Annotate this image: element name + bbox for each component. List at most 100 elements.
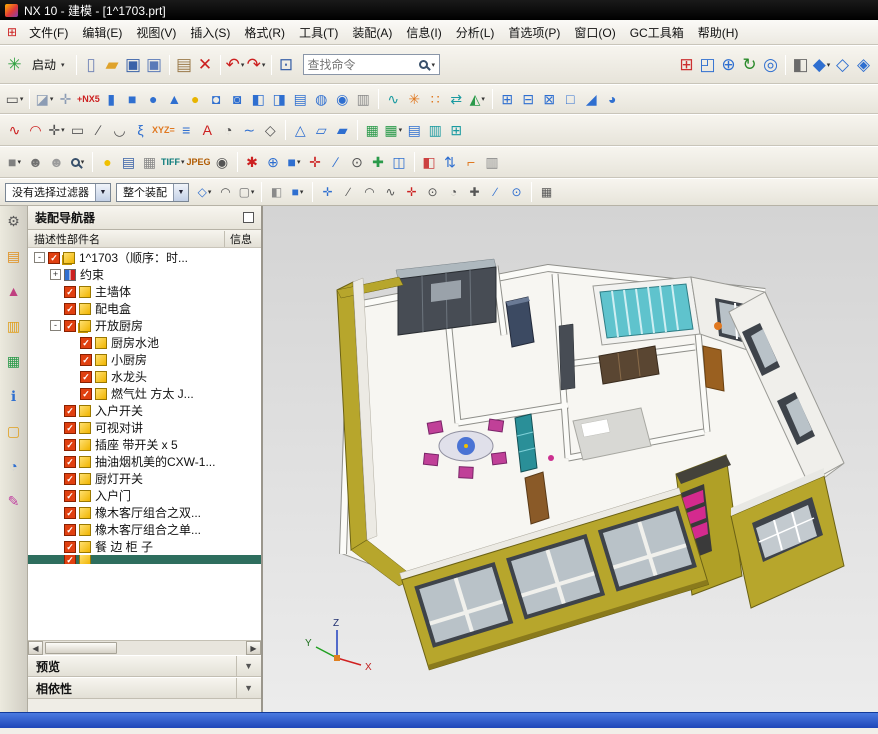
tree-checkbox[interactable]: ✓ (64, 286, 76, 298)
name-column-header[interactable]: 描述性部件名 (28, 231, 225, 247)
emboss-icon[interactable]: ◨ (269, 87, 290, 111)
measure-icon[interactable]: ∕ (326, 150, 347, 174)
snap-point-icon[interactable]: ✛ (317, 182, 338, 202)
snap-arc-center-icon[interactable]: ⊙ (422, 182, 443, 202)
display-mode-icon[interactable]: ■▾ (4, 150, 25, 174)
tree-checkbox[interactable]: ✓ (48, 252, 60, 264)
tree-checkbox[interactable]: ✓ (64, 555, 76, 564)
scrollbar-thumb[interactable] (45, 642, 117, 654)
snap-intersection-icon[interactable]: ✛ (401, 182, 422, 202)
delete-icon[interactable]: ✕ (195, 53, 216, 77)
tree-row[interactable]: ✓入户门 (28, 487, 261, 504)
role-advanced-icon[interactable]: ☻ (46, 150, 67, 174)
command-search-input[interactable] (308, 58, 416, 72)
layer-settings-icon[interactable]: ▤ (118, 150, 139, 174)
roles-gear-icon[interactable]: ⚙ (3, 211, 25, 231)
shaded-view-icon[interactable]: ◧ (790, 53, 811, 77)
snap-circle-icon[interactable]: ⊙ (347, 150, 368, 174)
window-grid-icon[interactable]: ⊞ (676, 53, 697, 77)
snap-midpoint-icon[interactable]: ◠ (359, 182, 380, 202)
menu-item[interactable]: 装配(A) (345, 21, 399, 44)
pocket-icon[interactable]: ◙ (227, 87, 248, 111)
project-curve-icon[interactable]: △ (290, 118, 311, 142)
tree-checkbox[interactable]: ✓ (80, 371, 92, 383)
menu-item[interactable]: 工具(T) (292, 21, 345, 44)
edge-blend-icon[interactable]: ◕ (602, 87, 623, 111)
undo-icon[interactable]: ↶▾ (225, 53, 246, 77)
reuse-library-icon[interactable]: ▦ (3, 351, 25, 371)
fillet-icon[interactable]: ◡ (109, 118, 130, 142)
offset-curve-icon[interactable]: ≡ (176, 118, 197, 142)
hole-icon[interactable]: ◉ (332, 87, 353, 111)
assembly-navigator-icon[interactable]: ▤ (3, 246, 25, 266)
search-icon[interactable] (419, 60, 428, 69)
dropdown-caret-icon[interactable]: ▾ (300, 188, 304, 196)
clamp-icon[interactable]: ⌐ (461, 150, 482, 174)
redo-icon[interactable]: ↷▾ (246, 53, 267, 77)
chevron-down-icon[interactable]: ▼ (95, 184, 110, 201)
assembly-scope-dropdown[interactable]: 整个装配 ▼ (116, 183, 189, 202)
snap-existing-icon[interactable]: ✚ (464, 182, 485, 202)
nx5-badge[interactable]: +NX5 (76, 87, 101, 111)
snap-on-curve-icon[interactable]: ∿ (380, 182, 401, 202)
menu-item[interactable]: 分析(L) (449, 21, 502, 44)
tree-row[interactable]: ✓插座 带开关 x 5 (28, 436, 261, 453)
scroll-left-icon[interactable]: ◀ (28, 641, 43, 655)
chevron-down-icon[interactable]: ▼ (236, 678, 253, 698)
xyz-point-icon[interactable]: XYZ= (151, 118, 176, 142)
dropdown-caret-icon[interactable]: ▾ (481, 95, 485, 103)
lasso-icon[interactable]: ◠ (215, 182, 236, 202)
marquee-icon[interactable]: ▢▾ (236, 182, 257, 202)
tree-row[interactable]: +约束 (28, 266, 261, 283)
system-materials-icon[interactable]: ✎ (3, 491, 25, 511)
dropdown-caret-icon[interactable]: ▾ (17, 158, 21, 166)
tree-checkbox[interactable]: ✓ (64, 320, 76, 332)
dropdown-caret-icon[interactable]: ▾ (251, 188, 255, 196)
block-icon[interactable]: ■ (122, 87, 143, 111)
dependencies-section-bar[interactable]: 相依性 ▼ (28, 677, 261, 699)
dropdown-caret-icon[interactable]: ▾ (50, 95, 54, 103)
paste-icon[interactable]: ▤ (174, 53, 195, 77)
cylinder-icon[interactable]: ▮ (101, 87, 122, 111)
tree-row[interactable]: ✓燃气灶 方太 J... (28, 385, 261, 402)
tree-checkbox[interactable]: ✓ (64, 439, 76, 451)
tree-row[interactable]: -✓1^1703（顺序：时... (28, 249, 261, 266)
tree-checkbox[interactable]: ✓ (80, 337, 92, 349)
dropdown-caret-icon[interactable]: ▾ (399, 126, 403, 134)
pattern-asterisk-icon[interactable]: ✳ (404, 87, 425, 111)
menu-item[interactable]: 窗口(O) (567, 21, 622, 44)
crosshair-icon[interactable]: ✛ (305, 150, 326, 174)
revolve-icon[interactable]: ◍ (311, 87, 332, 111)
ellipse-icon[interactable]: ◔ (218, 118, 239, 142)
half-shade-icon[interactable]: ◧ (419, 150, 440, 174)
history-icon[interactable]: ◔ (3, 456, 25, 476)
navigator-column-header[interactable]: 描述性部件名 信息 (28, 230, 261, 248)
mirror-feature-icon[interactable]: ⇄ (446, 87, 467, 111)
dropdown-caret-icon[interactable]: ▾ (241, 61, 245, 69)
boss-icon[interactable]: ◘ (206, 87, 227, 111)
dropdown-caret-icon[interactable]: ▾ (827, 61, 831, 69)
tree-row[interactable]: ✓小厨房 (28, 351, 261, 368)
tree-row[interactable]: ✓厨灯开关 (28, 470, 261, 487)
tree-row[interactable]: ✓可视对讲 (28, 419, 261, 436)
menu-item[interactable]: 插入(S) (183, 21, 237, 44)
scroll-right-icon[interactable]: ▶ (246, 641, 261, 655)
tree-row[interactable]: ✓橡木客厅组合之双... (28, 504, 261, 521)
coins-icon[interactable]: ▥ (482, 150, 503, 174)
panel-undock-icon[interactable] (243, 212, 254, 223)
sketch-icon[interactable]: ▭▾ (4, 87, 25, 111)
grid-toggle-icon[interactable]: ▦ (536, 182, 557, 202)
graphics-window[interactable]: X Y Z (263, 206, 878, 712)
tree-checkbox[interactable]: ✓ (64, 507, 76, 519)
tree-expander[interactable]: + (50, 269, 61, 280)
spline-icon[interactable]: ∼ (239, 118, 260, 142)
intersect-icon[interactable]: ⊠ (539, 87, 560, 111)
gateway-swirl-icon[interactable]: ✳ (4, 53, 25, 77)
object-display-icon[interactable]: ■▾ (284, 150, 305, 174)
app-menu-icon[interactable]: ⊞ (7, 25, 17, 39)
text-icon[interactable]: A (197, 118, 218, 142)
dropdown-caret-icon[interactable]: ▾ (81, 158, 85, 166)
command-finder[interactable]: ▾ (303, 54, 441, 75)
chevron-down-icon[interactable]: ▼ (236, 656, 253, 676)
menu-item[interactable]: 帮助(H) (691, 21, 746, 44)
